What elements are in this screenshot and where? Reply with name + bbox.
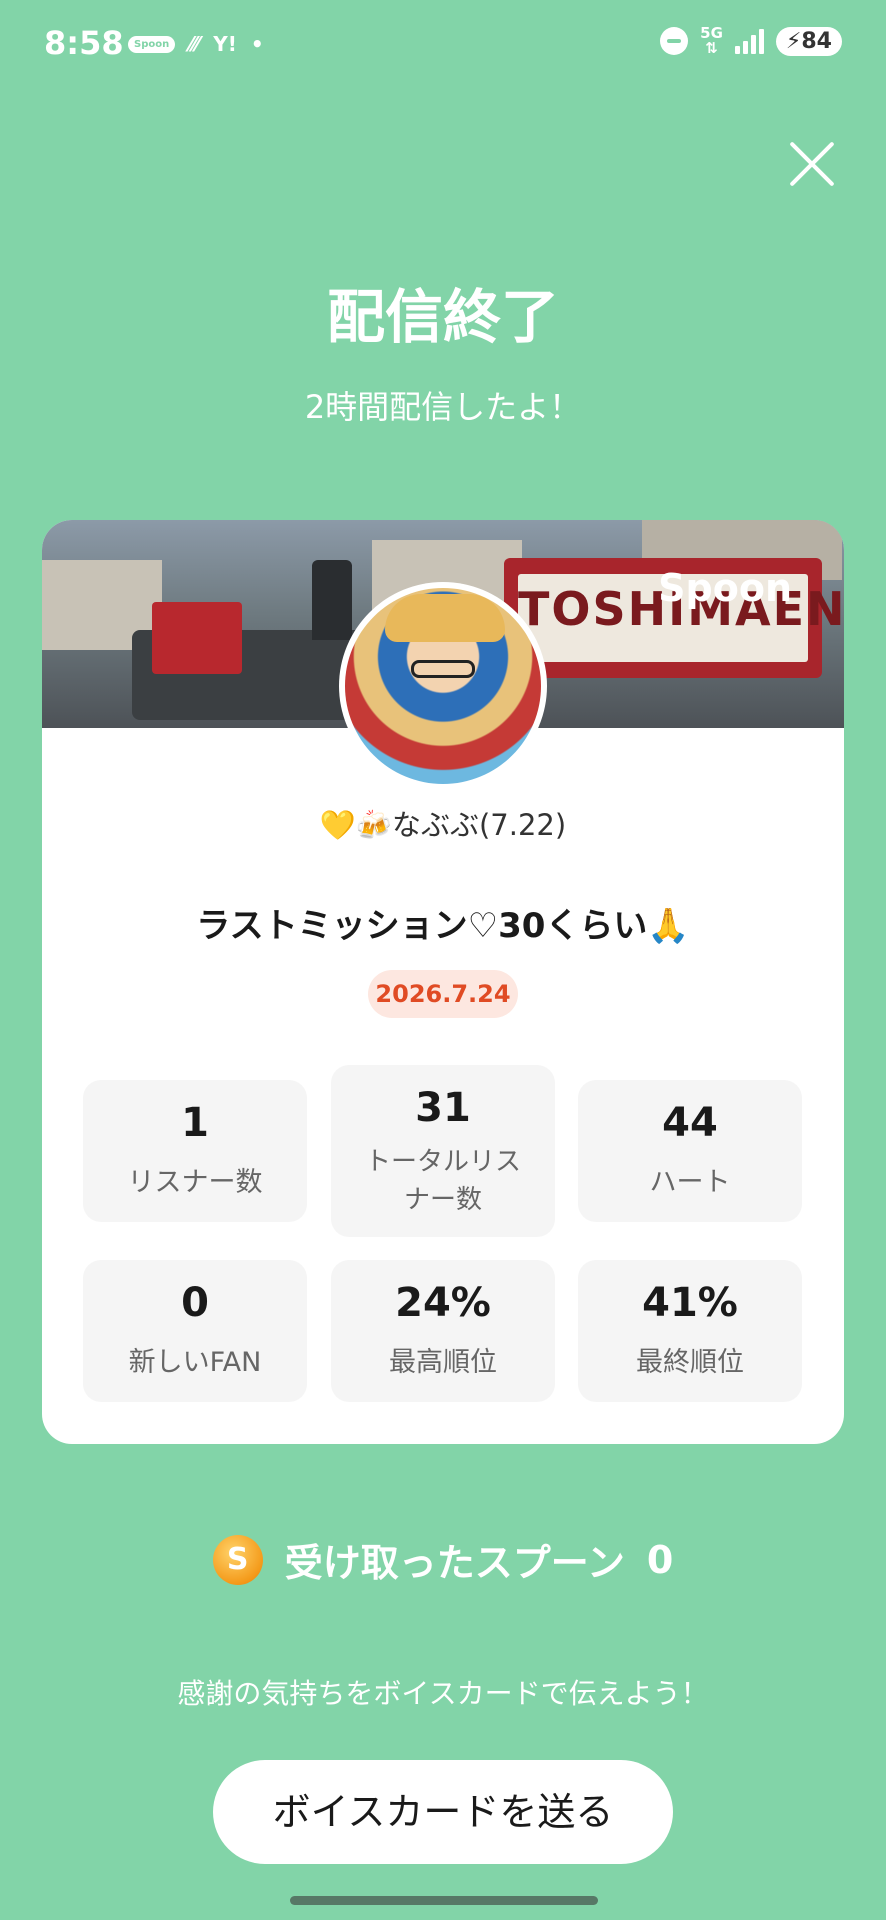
thanks-message: 感謝の気持ちをボイスカードで伝えよう！: [177, 1677, 709, 1710]
stat-value: 1: [181, 1100, 209, 1146]
stat-highest-rank: 24% 最高順位: [331, 1260, 555, 1402]
stat-new-fans: 0 新しいFAN: [83, 1260, 307, 1402]
broadcast-summary-card: TOSHIMAEN Spoon 💛🍻なぶぶ(7.22) ラストミッション♡30く…: [42, 520, 844, 1444]
broadcast-duration-text: 2時間配信したよ！: [304, 388, 582, 426]
stat-total-listeners: 31 トータルリスナー数: [331, 1065, 555, 1237]
home-indicator[interactable]: [290, 1896, 598, 1905]
stream-title: ラストミッション♡30くらい🙏: [196, 906, 690, 946]
stat-label: 新しいFAN: [128, 1347, 262, 1378]
yahoo-notification-icon: Y!: [213, 32, 237, 56]
stat-label: リスナー数: [127, 1167, 263, 1198]
send-voice-card-button[interactable]: ボイスカードを送る: [213, 1760, 673, 1864]
status-right-icons: 5G ⇅ ⚡84: [660, 26, 842, 56]
stat-label: 最終順位: [636, 1347, 744, 1378]
missed-call-icon: ⁄⁄⁄: [189, 32, 200, 56]
status-bar: 8:58 Spoon ⁄⁄⁄ Y! • 5G ⇅ ⚡84: [0, 0, 886, 92]
stat-value: 44: [662, 1100, 718, 1146]
do-not-disturb-icon: [660, 27, 689, 55]
battery-level: 84: [801, 28, 832, 54]
stat-label: 最高順位: [389, 1347, 497, 1378]
page-title: 配信終了: [326, 283, 559, 351]
stat-value: 31: [415, 1085, 471, 1131]
date-badge: 2026.7.24: [368, 970, 518, 1018]
network-label: 5G: [700, 24, 723, 42]
spoon-coin-icon: S: [212, 1534, 263, 1585]
signal-icon: [734, 28, 764, 54]
stat-label: トータルリスナー数: [364, 1147, 521, 1215]
battery-indicator: ⚡84: [775, 26, 842, 56]
received-spoons: S 受け取ったスプーン 0: [0, 1532, 886, 1587]
status-time: 8:58: [44, 24, 124, 62]
stat-value: 24%: [395, 1280, 491, 1326]
stat-label: ハート: [649, 1167, 731, 1198]
close-button[interactable]: [786, 138, 838, 190]
avatar[interactable]: [339, 582, 547, 790]
stat-value: 41%: [642, 1280, 738, 1326]
stat-listeners: 1 リスナー数: [83, 1080, 307, 1222]
spoon-logo: Spoon: [658, 566, 792, 610]
network-type: 5G ⇅: [700, 24, 723, 57]
spoon-notification-icon: Spoon: [128, 35, 176, 53]
more-notifications-dot-icon: •: [250, 32, 264, 56]
stat-hearts: 44 ハート: [578, 1080, 802, 1222]
username: 💛🍻なぶぶ(7.22): [319, 808, 567, 842]
status-left-icons: Spoon ⁄⁄⁄ Y! •: [128, 32, 264, 56]
stat-value: 0: [181, 1280, 209, 1326]
stat-final-rank: 41% 最終順位: [578, 1260, 802, 1402]
received-spoons-count: 0: [646, 1537, 674, 1582]
received-spoons-label: 受け取ったスプーン: [284, 1541, 625, 1585]
